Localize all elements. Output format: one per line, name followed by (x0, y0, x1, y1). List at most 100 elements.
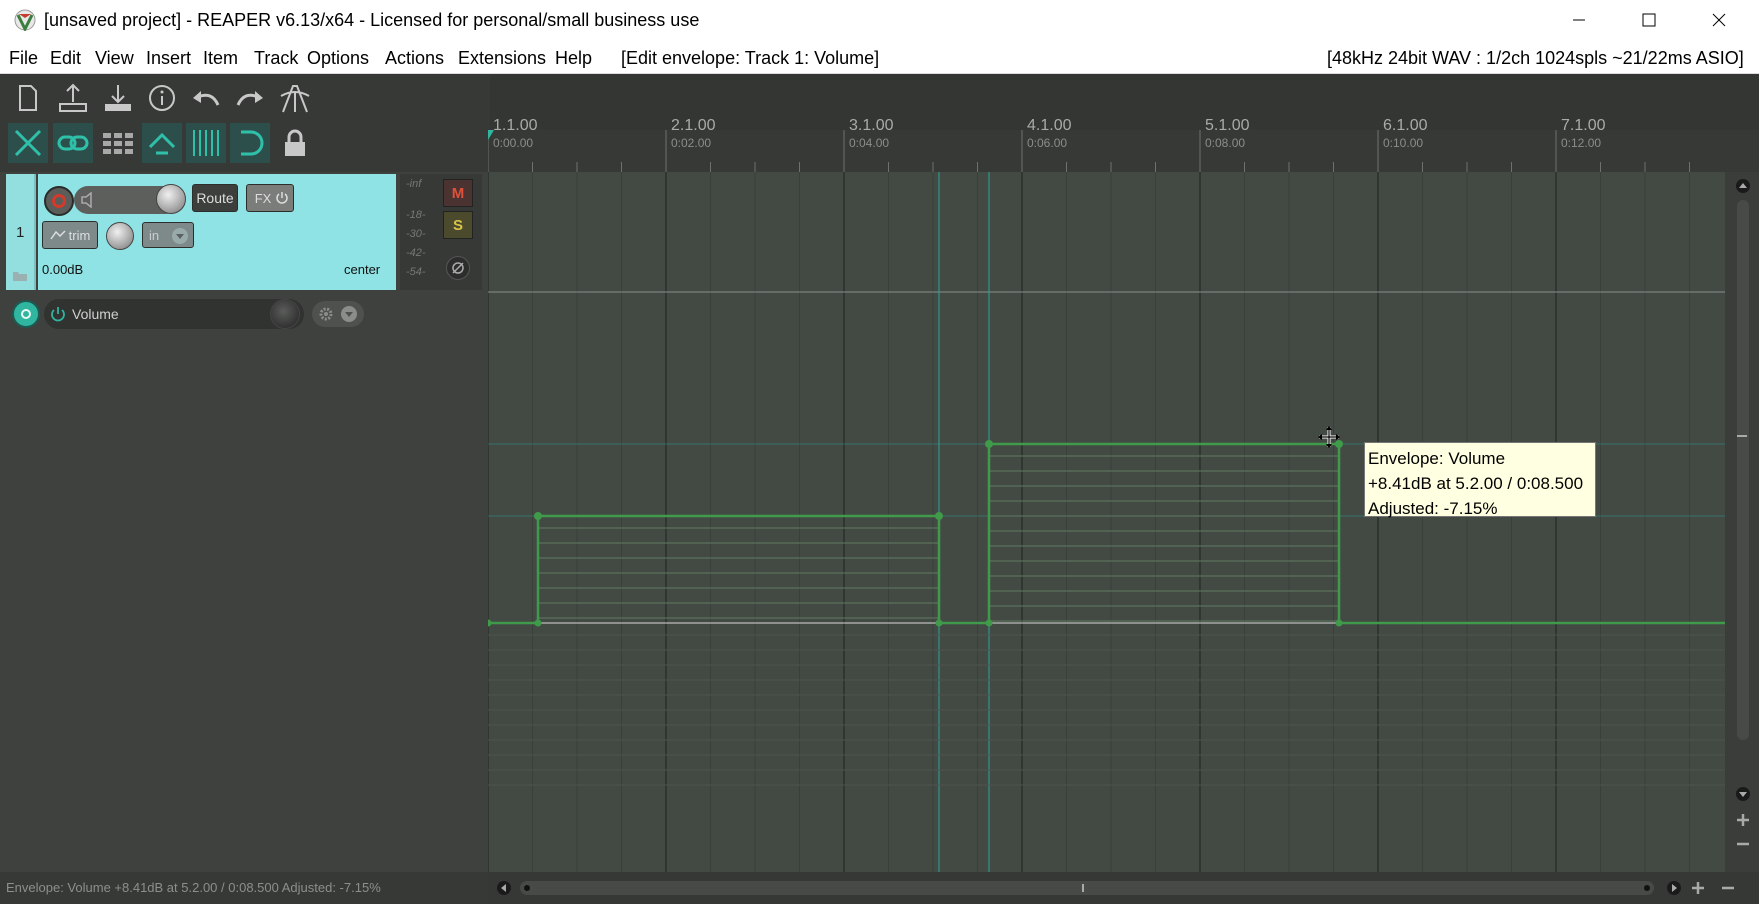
scroll-right-icon[interactable] (1666, 880, 1682, 896)
ruler-bar-label: 1.1.00 (493, 117, 538, 134)
menu-insert[interactable]: Insert (146, 48, 191, 69)
project-info-button[interactable] (142, 78, 182, 118)
close-button[interactable] (1684, 0, 1754, 40)
envelope-lane-header[interactable]: Volume (6, 293, 488, 333)
track-number-strip[interactable]: 1 (6, 174, 36, 290)
phase-icon (452, 262, 464, 274)
zoom-in-vertical-icon[interactable] (1735, 812, 1751, 828)
metronome-button[interactable] (275, 78, 315, 118)
fx-bypass-icon[interactable] (275, 191, 289, 205)
zoom-out-horizontal-icon[interactable] (1720, 880, 1736, 896)
metronome-icon (280, 85, 310, 113)
undo-icon (193, 91, 220, 106)
meter-label-30: -30- (406, 228, 426, 240)
ruler-time-label: 0:12.00 (1561, 136, 1602, 150)
horizontal-scroll-thumb[interactable] (520, 881, 1654, 895)
meter-label-18: -18- (406, 209, 426, 221)
envelope-points-move-button[interactable] (142, 123, 182, 163)
pan-readout: center (344, 262, 381, 277)
menu-track[interactable]: Track (254, 48, 298, 69)
scroll-thumb-left-handle[interactable] (524, 885, 530, 891)
ruler-time-label: 0:00.00 (493, 136, 534, 150)
reaper-logo-icon (14, 9, 36, 31)
ruler-time-label: 0:10.00 (1383, 136, 1424, 150)
track-panel[interactable]: Route FX trim in 0.00dB center (38, 174, 396, 290)
vertical-scrollbar[interactable] (1725, 172, 1759, 872)
ruler-bar-label: 5.1.00 (1205, 117, 1250, 134)
undo-button[interactable] (186, 78, 226, 118)
timeline-ruler[interactable]: 1.1.00 0:00.00 2.1.00 0:02.00 3.1.00 0:04.00 4… (488, 117, 1759, 172)
audio-device-status[interactable]: [48kHz 24bit WAV : 1/2ch 1024spls ~21/22… (1327, 48, 1744, 69)
new-project-button[interactable] (8, 78, 48, 118)
minimize-button[interactable] (1544, 0, 1614, 40)
menu-item[interactable]: Item (203, 48, 238, 69)
grid-lines-icon (193, 130, 219, 156)
redo-button[interactable] (230, 78, 270, 118)
ruler-time-label: 0:04.00 (849, 136, 890, 150)
ripple-editing-button[interactable] (8, 123, 48, 163)
input-select[interactable]: in (142, 222, 194, 248)
envelope-fader[interactable]: Volume (44, 299, 304, 329)
track-number: 1 (16, 224, 25, 241)
scroll-down-icon[interactable] (1735, 786, 1751, 802)
save-project-button[interactable] (98, 78, 138, 118)
minimize-icon (1573, 19, 1585, 21)
loop-auto-button[interactable] (230, 123, 270, 163)
vertical-scroll-thumb[interactable] (1737, 200, 1749, 740)
envelope-value-knob[interactable] (270, 299, 300, 329)
trim-label: trim (68, 227, 91, 243)
record-arm-button[interactable] (44, 186, 74, 216)
envelope-arm-button[interactable] (12, 300, 40, 328)
chevron-down-icon (341, 306, 357, 322)
grid-lines-button[interactable] (186, 123, 226, 163)
zoom-out-vertical-icon[interactable] (1735, 836, 1751, 852)
item-grouping-button[interactable] (53, 123, 93, 163)
zoom-in-horizontal-icon[interactable] (1690, 880, 1706, 896)
meter-label-inf: -inf (406, 178, 422, 190)
ruler-time-label: 0:08.00 (1205, 136, 1246, 150)
fx-button[interactable]: FX (246, 184, 294, 212)
fx-label: FX (254, 190, 272, 206)
scroll-up-icon[interactable] (1735, 178, 1751, 194)
solo-button[interactable]: S (443, 211, 473, 239)
lock-button[interactable] (275, 123, 315, 163)
volume-readout: 0.00dB (42, 262, 84, 277)
menu-options[interactable]: Options (307, 48, 369, 69)
folder-icon[interactable] (12, 270, 28, 282)
menu-edit[interactable]: Edit (50, 48, 81, 69)
menu-help[interactable]: Help (555, 48, 592, 69)
new-project-icon (19, 85, 37, 111)
maximize-button[interactable] (1614, 0, 1684, 40)
mute-label: M (451, 184, 465, 202)
project-info-icon (149, 85, 175, 111)
tooltip-line-3: Adjusted: -7.15% (1368, 499, 1498, 518)
envelope-points-move-icon (148, 132, 176, 155)
menu-actions[interactable]: Actions (385, 48, 444, 69)
envelope-options-button[interactable] (312, 301, 364, 327)
power-icon[interactable] (50, 306, 66, 322)
scroll-left-icon[interactable] (496, 880, 512, 896)
window-title: [unsaved project] - REAPER v6.13/x64 - L… (44, 10, 700, 30)
maximize-icon (1642, 13, 1656, 27)
chevron-down-icon (172, 228, 188, 244)
pan-knob[interactable] (106, 222, 134, 250)
phase-invert-button[interactable] (446, 256, 470, 280)
snap-grid-button[interactable] (98, 123, 138, 163)
volume-knob[interactable] (156, 184, 186, 214)
scroll-thumb-right-handle[interactable] (1644, 885, 1650, 891)
menu-extensions[interactable]: Extensions (458, 48, 546, 69)
status-bar: Envelope: Volume +8.41dB at 5.2.00 / 0:0… (0, 872, 488, 904)
envelope-tooltip: Envelope: Volume +8.41dB at 5.2.00 / 0:0… (1364, 442, 1596, 518)
menu-view[interactable]: View (95, 48, 134, 69)
menu-file[interactable]: File (9, 48, 38, 69)
ruler-bar-label: 6.1.00 (1383, 117, 1428, 134)
automation-mode-button[interactable]: trim (42, 221, 98, 249)
arrange-view[interactable] (488, 172, 1725, 872)
route-button[interactable]: Route (192, 184, 238, 212)
open-project-icon (59, 83, 87, 112)
ruler-bar-label: 4.1.00 (1027, 117, 1072, 134)
horizontal-scrollbar[interactable] (488, 872, 1759, 904)
open-project-button[interactable] (53, 78, 93, 118)
tooltip-line-2: +8.41dB at 5.2.00 / 0:08.500 (1368, 474, 1584, 493)
mute-button[interactable]: M (443, 179, 473, 207)
